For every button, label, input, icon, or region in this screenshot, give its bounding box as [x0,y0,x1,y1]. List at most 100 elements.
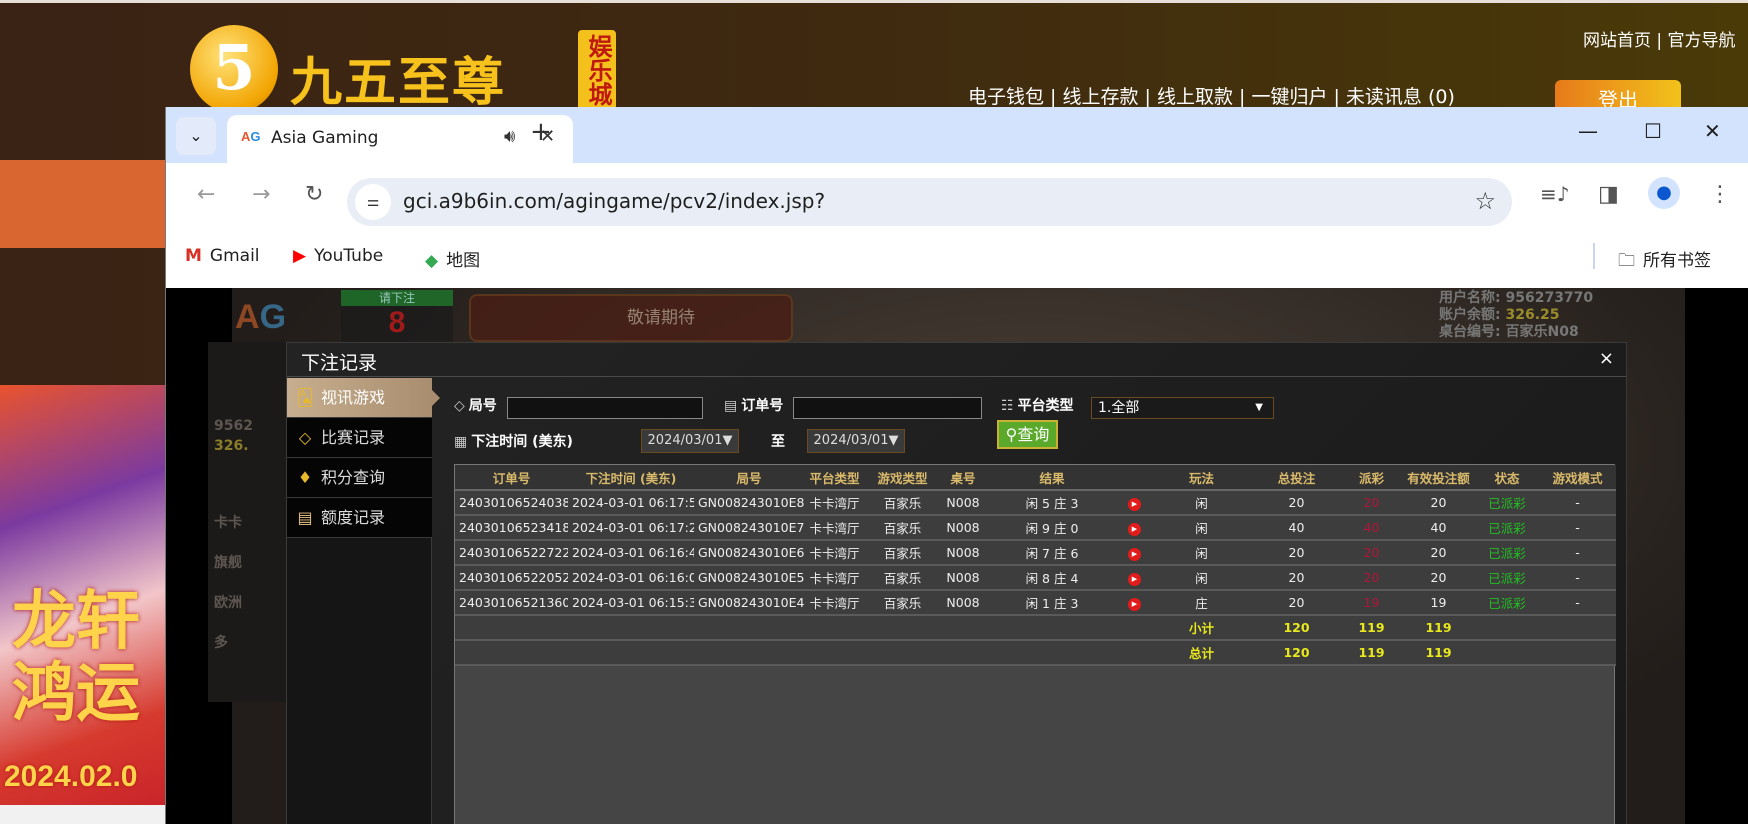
cell-round: GN008243010E6 [694,540,804,566]
sidebar-item-match-records[interactable]: ◇ 比赛记录 [287,418,432,458]
cell-payout: 20 [1341,540,1402,566]
tab-asia-gaming[interactable]: AG Asia Gaming 🔊︎ ✕ [227,115,573,163]
banner-title: 龙轩鸿运 [12,585,140,729]
promo-banner[interactable]: 龙轩鸿运 2024.02.0 [0,385,170,805]
cell-game: 百家乐 [865,565,940,591]
cell-time: 2024-03-01 06:15:31 [568,590,694,616]
bookmark-gmail[interactable]: M Gmail [185,246,260,266]
bookmark-star-icon[interactable]: ☆ [1474,187,1496,215]
new-tab-plus-icon[interactable]: + [530,117,552,147]
left-user: 9562 [214,418,253,434]
play-replay-icon[interactable]: ▶ [1128,573,1141,586]
profile-avatar-icon[interactable]: ● [1648,177,1680,209]
playing-cards-icon: 🂡 [296,388,314,407]
cell-time: 2024-03-01 06:16:43 [568,540,694,566]
cell-payout: 19 [1341,590,1402,616]
order-input[interactable] [793,397,982,419]
left-menu-item[interactable]: 多 [214,632,228,652]
date-to-picker[interactable]: 2024/03/01▼ [807,429,905,453]
window-close-icon[interactable]: ✕ [1704,119,1721,143]
bookmark-youtube[interactable]: ▶ YouTube [293,246,383,266]
dialog-sidebar: 🂡 视讯游戏 ◇ 比赛记录 ♦ 积分查询 ▤ 额度记录 [287,378,440,824]
tab-search-chevron-icon[interactable]: ⌄ [176,117,216,155]
search-icon: ⚲ [1005,425,1018,444]
horizontal-scrollbar[interactable] [0,805,170,824]
play-replay-icon[interactable]: ▶ [1128,548,1141,561]
media-control-icon[interactable]: ≡♪ [1540,182,1570,206]
cell-mode: - [1539,490,1616,516]
sidebar-item-points[interactable]: ♦ 积分查询 [287,458,432,498]
table-row[interactable]: 240301065227227 2024-03-01 06:16:43 GN0082… [455,540,1616,566]
left-menu-item[interactable]: 旗舰 [214,552,242,572]
cell-status: 已派彩 [1475,590,1539,616]
bookmark-maps[interactable]: ◆ 地图 [425,246,480,271]
column-header: 游戏类型 [865,465,940,491]
cell-result: 闲 7 庄 6 [986,540,1118,566]
game-page: AG 请下注 8 敬请期待 用户名称: 956273770 账户余额: 326.… [166,288,1748,824]
sidebar-item-credit-records[interactable]: ▤ 额度记录 [287,498,432,538]
minimize-icon[interactable]: — [1578,119,1598,143]
username: 956273770 [1505,290,1594,306]
menu-dots-icon[interactable]: ⋮ [1709,182,1731,207]
speaker-icon[interactable]: 🔊︎ [504,126,515,147]
balance-label: 账户余额: [1439,307,1506,323]
cell-play: 闲 [1151,565,1252,591]
address-bar[interactable]: ⚌ gci.a9b6in.com/agingame/pcv2/index.jsp… [347,178,1512,226]
query-button[interactable]: ⚲查询 [997,420,1058,449]
cell-mode: - [1539,540,1616,566]
cell-time: 2024-03-01 06:16:08 [568,565,694,591]
cell-status: 已派彩 [1475,515,1539,541]
subtotal-bet: 120 [1252,615,1341,641]
top-border [0,0,1748,3]
cell-game: 百家乐 [865,590,940,616]
video-replay-cell: ▶ [1118,515,1151,541]
cell-round: GN008243010E4 [694,590,804,616]
maximize-icon[interactable]: ☐ [1644,119,1662,143]
column-header: 局号 [694,465,804,491]
dialog-close-icon[interactable]: × [1599,348,1614,369]
user-info: 用户名称: 956273770 账户余额: 326.25 桌台编号: 百家乐N0… [1439,290,1593,341]
back-arrow-icon[interactable]: ← [197,182,215,207]
diamond-icon: ♦ [297,468,313,487]
subtotal-payout: 119 [1341,615,1402,641]
top-nav[interactable]: 网站首页 | 官方导航 [1583,26,1736,51]
banner-date: 2024.02.0 [4,760,138,793]
cell-play: 庄 [1151,590,1252,616]
total-row: 总计 120 119 119 [455,640,1616,666]
sidebar-item-video-games[interactable]: 🂡 视讯游戏 [287,378,440,418]
table-row[interactable]: 240301065234181 2024-03-01 06:17:21 GN0082… [455,515,1616,541]
url-text[interactable]: gci.a9b6in.com/agingame/pcv2/index.jsp? [403,189,825,213]
column-header: 总投注 [1252,465,1341,491]
left-menu-item[interactable]: 卡卡 [214,512,242,532]
forward-arrow-icon[interactable]: → [252,182,270,207]
left-menu-item[interactable]: 欧洲 [214,592,242,612]
left-balance: 326. [214,438,249,454]
cell-game: 百家乐 [865,490,940,516]
column-header [1118,465,1151,491]
table-row[interactable]: 240301065220521 2024-03-01 06:16:08 GN0082… [455,565,1616,591]
play-replay-icon[interactable]: ▶ [1128,598,1141,611]
site-settings-icon[interactable]: ⚌ [355,184,391,220]
cell-table: N008 [940,515,986,541]
ticket-icon: ◇ [298,428,312,447]
account-nav[interactable]: 电子钱包 | 线上存款 | 线上取款 | 一键归户 | 未读讯息 (0) [968,82,1455,109]
cell-status: 已派彩 [1475,540,1539,566]
round-input[interactable] [507,397,703,419]
all-bookmarks[interactable]: 🗀 所有书签 [1618,246,1711,277]
date-from-picker[interactable]: 2024/03/01▼ [641,429,739,453]
total-valid: 119 [1402,640,1475,666]
ag-favicon-icon: AG [241,129,261,144]
play-replay-icon[interactable]: ▶ [1128,523,1141,536]
side-panel-icon[interactable]: ◨ [1598,182,1619,207]
video-replay-cell: ▶ [1118,490,1151,516]
reload-icon[interactable]: ↻ [305,182,323,207]
platform-select[interactable]: 1.全部 ▼ [1091,397,1274,419]
game-left-panel: 9562 326. 卡卡 旗舰 欧洲 多 [208,342,293,702]
cell-round: GN008243010E8 [694,490,804,516]
logo-icon: 5 [190,25,278,113]
play-replay-icon[interactable]: ▶ [1128,498,1141,511]
table-row[interactable]: 240301065213607 2024-03-01 06:15:31 GN0082… [455,590,1616,616]
table-row[interactable]: 240301065240388 2024-03-01 06:17:55 GN0082… [455,490,1616,516]
maps-icon: ◆ [425,251,439,271]
cell-payout: 40 [1341,515,1402,541]
